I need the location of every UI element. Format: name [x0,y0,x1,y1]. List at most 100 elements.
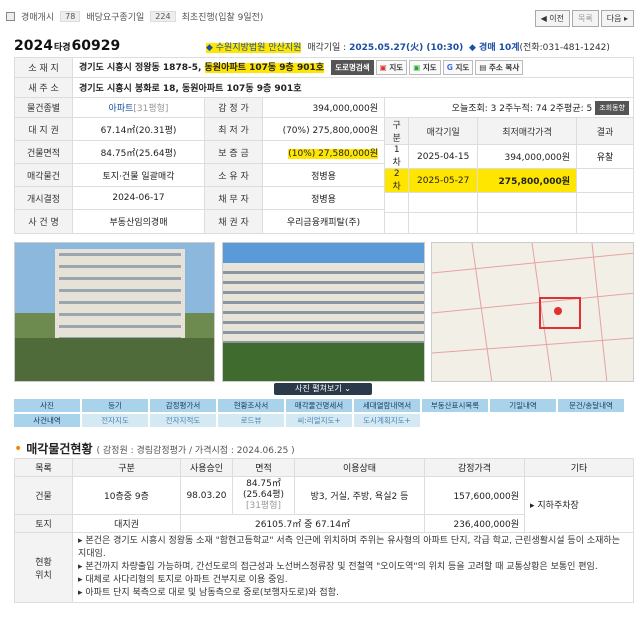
sale-date: 2025.05.27(火) (10:30) [349,43,464,53]
copy-address-button[interactable]: ▤ 주소 복사 [475,60,524,75]
map-button-1[interactable]: ▣ 지도 [375,60,408,75]
min-price: (70%) 275,800,000원 [262,116,385,142]
map-thumbnail[interactable] [431,242,634,382]
detail-table: 목록 구분 사용승인 면적 이용상태 감정가격 기타 건물 10층중 9층 98… [14,458,634,603]
summary-table: 소 재 지 경기도 시흥시 정왕동 1878-5, 동원아파트 107동 9층 … [14,57,634,234]
list-button[interactable]: 목록 [571,10,599,27]
use-status: 방3, 거실, 주방, 욕실2 등 [294,476,425,515]
new-addr: 경기도 시흥시 봉화로 18, 동원아파트 107동 9층 901호 [72,77,634,98]
row-label: 매각물건 [14,163,73,188]
status-crumbs: 경매개시 78 배당요구종기일 224 최초진행(입찰 9일전) [6,10,263,23]
map-button-2[interactable]: ▣ 지도 [409,60,441,75]
hist-price: 275,800,000원 [477,168,578,193]
row-label: 최 저 가 [204,116,263,142]
floor: 10층중 9층 [72,476,181,515]
addr-label: 소 재 지 [14,57,73,78]
row-label: 대 지 권 [14,116,73,142]
tab-property-list[interactable]: 부동산표시목록 [422,399,488,412]
tab-cadastral[interactable]: 전자지적도 [150,414,216,427]
item-land: 토지 [14,514,73,533]
new-addr-label: 새 주 소 [14,77,73,98]
prev-button[interactable]: ◀ 이전 [534,10,570,27]
hist-head: 매각기일 [408,118,479,145]
item-building: 건물 [14,476,73,515]
section-heading: 매각물건현황 [26,442,93,456]
col-head: 사용승인 [180,458,233,477]
bldg-area: 84.75㎡(25.64평) [72,140,205,165]
tab-real-map[interactable]: 씨:리얼지도+ [286,414,352,427]
tab-roadview[interactable]: 로드뷰 [218,414,284,427]
dept-link[interactable]: ◆ 경매 10계 [469,43,520,53]
row-label: 보 증 금 [204,140,263,165]
deposit: (10%) 27,580,000원 [288,148,378,159]
hist-date: 2025-05-27 [408,168,479,193]
crumb-start: 경매개시 [21,13,55,23]
case-info: ◆ 수원지방법원 안산지원 매각기일 : 2025.05.27(火) (10:3… [206,40,610,53]
section-title: • 매각물건현황 ( 감정원 : 경림감정평가 / 가격시점 : 2024.06… [14,440,295,457]
land-area: 26105.7㎡ 중 67.14㎡ [180,514,425,533]
views-text: 오늘조회: 3 2주누적: 74 2주평균: 5 [451,104,593,114]
crumb-deadline: 배당요구종기일 [86,13,145,23]
hist-round: 2차 [385,168,410,193]
crumb-deadline-count: 224 [150,11,176,22]
location-desc: ▸ 본건은 경기도 시흥시 정왕동 소재 "함현고등학교" 서측 인근에 위치하… [72,532,634,603]
land-type: 대지권 [72,514,181,533]
case-number: 2024타경60929 [14,38,121,54]
row-label: 물건종별 [14,97,73,118]
views-cell: 오늘조회: 3 2주누적: 74 2주평균: 5 조회동향 [384,97,634,118]
appraisal-value: 394,000,000원 [262,97,385,118]
row-label: 감 정 가 [204,97,263,118]
building-photo-1[interactable] [14,242,215,382]
hist-head: 결과 [576,118,633,145]
tab-documents[interactable]: 문건/송달내역 [558,399,624,412]
hist-price: 394,000,000원 [477,144,578,169]
tab-household[interactable]: 세대열람내역서 [354,399,420,412]
deposit-cell: (10%) 27,580,000원 [262,140,385,165]
row-label: 채 무 자 [204,186,263,211]
bldg-appraisal: 157,600,000원 [424,476,525,515]
bullet-icon: • [14,441,23,457]
tab-map[interactable]: 전자지도 [82,414,148,427]
debtor: 정병용 [262,186,385,211]
hist-result [576,168,633,193]
hist-round: 1차 [385,144,410,169]
hist-head: 최저매각가격 [477,118,578,145]
col-head: 면적 [232,458,295,477]
land-appraisal: 236,400,000원 [424,514,525,533]
photo-strip [14,242,634,382]
tab-registry[interactable]: 등기 [82,399,148,412]
hist-head: 구분 [385,118,410,145]
col-head: 감정가격 [424,458,525,477]
doc-tabs: 사진 등기 감정평가서 현황조사서 매각물건명세서 세대열람내역서 부동산표시목… [14,399,634,429]
creditor: 우리금융캐피탈(주) [262,209,385,234]
photo-expand-button[interactable]: 사진 펼쳐보기 ⌄ [274,383,372,395]
row-label: 사 건 명 [14,209,73,234]
area: 84.75㎡ (25.64평) [31평형] [232,476,295,515]
history-cell: 구분 매각기일 최저매각가격 결과 1차 2025-04-15 394,000,… [384,117,634,234]
land-right: 67.14㎡(20.31평) [72,116,205,142]
court-link[interactable]: ◆ 수원지방법원 안산지원 [206,43,302,53]
road-search-button[interactable]: 도로명검색 [331,60,374,75]
crumb-first: 최초진행(입찰 9일전) [181,13,264,23]
tab-photo[interactable]: 사진 [14,399,80,412]
section-sub: ( 감정원 : 경림감정평가 / 가격시점 : 2024.06.25 ) [96,446,295,456]
other-info: ▸ 지하주차장 [524,476,634,533]
tab-spec[interactable]: 매각물건명세서 [286,399,352,412]
tab-survey[interactable]: 현황조사서 [218,399,284,412]
top-bar: 경매개시 78 배당요구종기일 224 최초진행(입찰 9일전) ◀ 이전 목록… [0,0,640,34]
row-label: 소 유 자 [204,163,263,188]
prop-type: 아파트[31평형] [72,97,205,118]
map-button-3[interactable]: G 지도 [442,60,474,75]
next-button[interactable]: 다음 ▸ [600,10,634,27]
building-photo-2[interactable] [222,242,425,382]
col-head: 이용상태 [294,458,425,477]
tab-urban-plan[interactable]: 도시계획지도+ [354,414,420,427]
start-date: 2024-06-17 [72,186,205,211]
tab-appraisal[interactable]: 감정평가서 [150,399,216,412]
history-table: 구분 매각기일 최저매각가격 결과 1차 2025-04-15 394,000,… [385,118,633,233]
views-trend-button[interactable]: 조회동향 [595,100,629,115]
owner: 정병용 [262,163,385,188]
tab-case[interactable]: 사건내역 [14,414,80,427]
hist-result: 유찰 [576,144,633,169]
tab-schedule[interactable]: 기일내역 [490,399,556,412]
